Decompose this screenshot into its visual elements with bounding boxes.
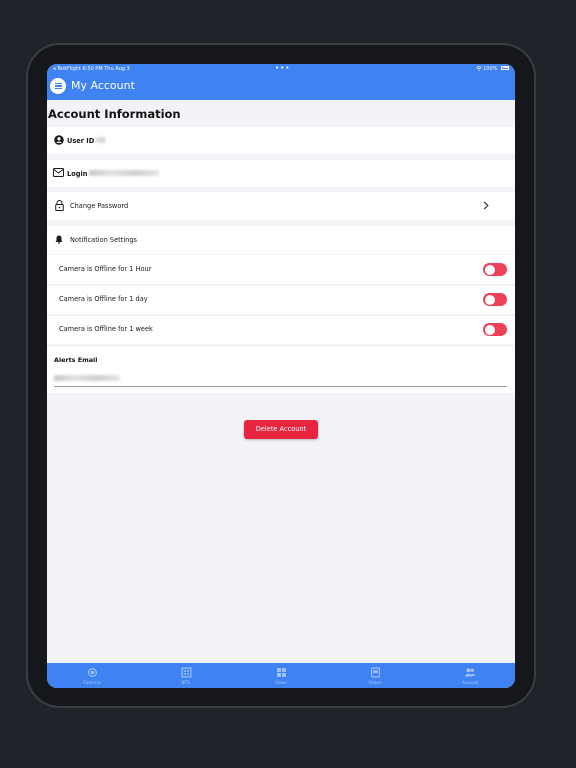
alerts-email-label: Alerts Email [54, 356, 98, 364]
tab-label: Account [461, 680, 479, 685]
lock-icon [55, 200, 64, 211]
tab-label: NFTs [181, 680, 191, 685]
notification-label: Camera is Offline for 1 week [59, 325, 153, 333]
user-circle-icon [54, 135, 64, 145]
toggle-offline-1-week[interactable] [483, 323, 507, 336]
toggle-knob [484, 324, 495, 335]
video-icon [370, 667, 380, 678]
change-password-row[interactable]: Change Password [47, 192, 515, 220]
notification-settings-row: Notification Settings [47, 226, 515, 254]
mail-icon [53, 168, 64, 177]
user-id-label: User ID [67, 137, 95, 145]
notification-offline-1-hour: Camera is Offline for 1 Hour [47, 255, 515, 284]
tab-label: Cameras [83, 680, 101, 685]
grid-icon [276, 668, 286, 677]
notification-offline-1-week: Camera is Offline for 1 week [47, 316, 515, 344]
notification-label: Camera is Offline for 1 Hour [59, 265, 152, 273]
login-value-redacted [89, 170, 159, 176]
alerts-email-input-redacted[interactable] [54, 375, 120, 381]
status-left: ◂ TestFlight 6:50 PM Thu Aug 3 [53, 66, 130, 72]
tab-views[interactable]: Views [251, 667, 311, 685]
toggle-knob [484, 264, 495, 275]
login-row: Login [47, 160, 515, 187]
notification-label: Camera is Offline for 1 day [59, 295, 148, 303]
tab-account[interactable]: Account [440, 667, 500, 685]
toggle-offline-1-hour[interactable] [483, 263, 507, 276]
change-password-label: Change Password [70, 202, 129, 210]
notification-settings-label: Notification Settings [70, 236, 137, 244]
user-id-row: User ID [47, 127, 515, 154]
delete-account-button[interactable]: Delete Account [244, 420, 318, 439]
notification-offline-1-day: Camera is Offline for 1 day [47, 286, 515, 314]
wifi-icon [475, 66, 482, 71]
tab-nfts[interactable]: NFTs [156, 667, 216, 685]
status-bar: ◂ TestFlight 6:50 PM Thu Aug 3 ••• 100% [47, 64, 515, 74]
camera-icon [87, 668, 97, 677]
app-header: My Account [47, 74, 515, 100]
bottom-tab-bar: Cameras NFTs Views Videos Account [47, 663, 515, 688]
app-screen: ◂ TestFlight 6:50 PM Thu Aug 3 ••• 100% … [47, 64, 515, 688]
page-title: My Account [71, 79, 135, 92]
login-label: Login [67, 170, 88, 178]
tab-cameras[interactable]: Cameras [62, 667, 122, 685]
tab-videos[interactable]: Videos [345, 667, 405, 685]
status-right: 100% [475, 64, 509, 74]
account-information-heading: Account Information [48, 107, 181, 121]
qr-icon [181, 667, 191, 678]
tab-label: Videos [368, 680, 382, 685]
tab-label: Views [275, 680, 287, 685]
hamburger-icon-bar [54, 87, 62, 89]
user-id-value-redacted [96, 137, 106, 143]
battery-percent: 100% [483, 66, 498, 72]
alerts-email-underline [54, 386, 507, 387]
toggle-offline-1-day[interactable] [483, 293, 507, 306]
hamburger-icon [54, 83, 62, 85]
multitask-dots[interactable]: ••• [275, 64, 290, 73]
chevron-right-icon [483, 201, 489, 210]
toggle-knob [484, 294, 495, 305]
hamburger-icon-bar [54, 85, 62, 87]
battery-icon [501, 65, 509, 70]
menu-button[interactable] [50, 78, 66, 94]
bell-icon [55, 235, 63, 244]
users-icon [464, 668, 476, 677]
